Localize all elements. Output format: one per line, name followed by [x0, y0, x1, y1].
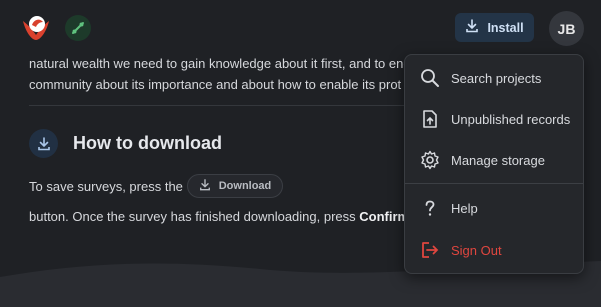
menu-item-label: Sign Out	[451, 243, 502, 258]
instruction-text-before: To save surveys, press the	[29, 179, 183, 194]
search-icon	[419, 67, 441, 89]
divider	[29, 105, 409, 106]
menu-item-manage-storage[interactable]: Manage storage	[405, 144, 583, 176]
menu-item-label: Manage storage	[451, 153, 545, 168]
paragraph-line-1: natural wealth we need to gain knowledge…	[29, 56, 410, 71]
download-icon	[465, 19, 479, 36]
menu-item-help[interactable]: Help	[405, 192, 583, 224]
install-button[interactable]: Install	[455, 13, 534, 42]
file-upload-icon	[419, 108, 441, 130]
install-label: Install	[487, 20, 524, 35]
question-icon	[419, 197, 441, 219]
top-bar: Install JB	[0, 0, 601, 56]
gear-icon	[419, 149, 441, 171]
instruction-text-after: button. Once the survey has finished dow…	[29, 209, 409, 224]
menu-item-label: Search projects	[451, 71, 542, 86]
download-icon	[199, 178, 211, 194]
user-avatar-button[interactable]: JB	[549, 11, 584, 46]
user-dropdown-menu: Search projects Unpublished records Mana…	[404, 54, 584, 274]
sync-status-icon[interactable]	[65, 15, 91, 41]
inline-download-label: Download	[218, 180, 272, 192]
menu-item-label: Help	[451, 201, 478, 216]
instruction-after-normal: button. Once the survey has finished dow…	[29, 209, 360, 224]
inline-download-button: Download	[187, 174, 283, 198]
app-logo-icon[interactable]	[20, 13, 52, 43]
sign-out-icon	[419, 239, 441, 261]
section-title: How to download	[73, 133, 222, 153]
instruction-after-bold: Confirm	[359, 209, 410, 224]
menu-item-sign-out[interactable]: Sign Out	[405, 234, 583, 266]
menu-item-label: Unpublished records	[451, 112, 571, 127]
menu-divider	[405, 183, 583, 184]
section-download-icon	[29, 129, 58, 158]
paragraph-line-2: community about its importance and about…	[29, 77, 402, 92]
menu-item-search-projects[interactable]: Search projects	[405, 62, 583, 94]
menu-item-unpublished-records[interactable]: Unpublished records	[405, 103, 583, 135]
